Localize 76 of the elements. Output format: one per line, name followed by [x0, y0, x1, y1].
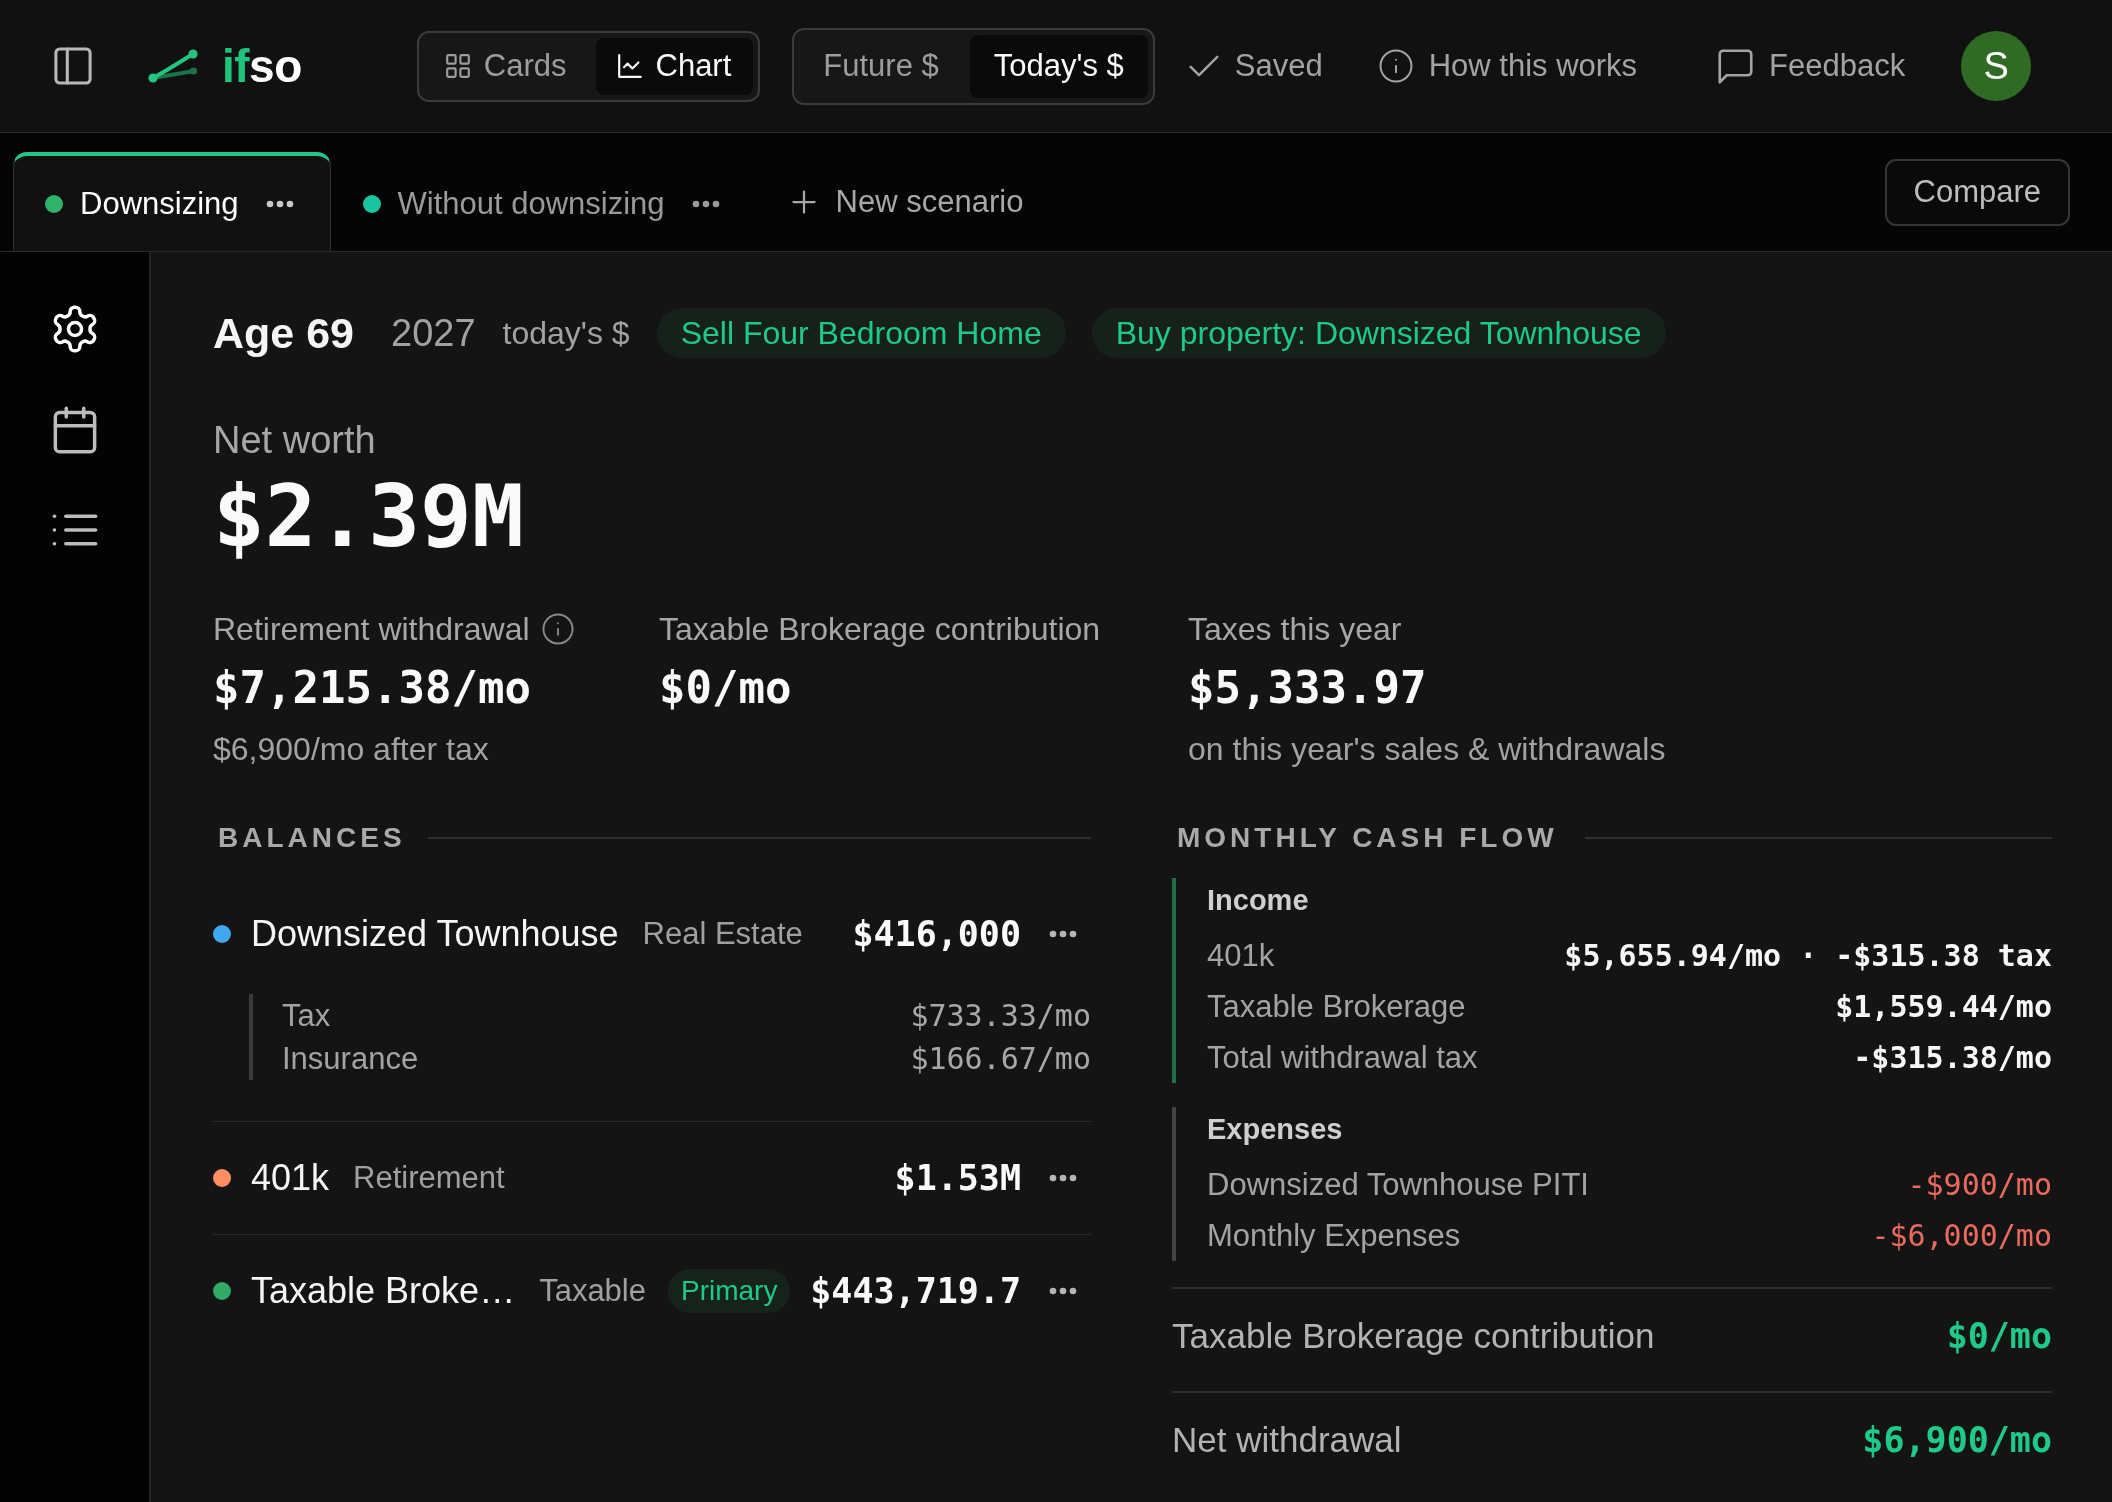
total-label: Net withdrawal [1172, 1419, 1402, 1461]
account-type: Taxable [539, 1273, 646, 1309]
compare-button[interactable]: Compare [1884, 158, 2070, 226]
logo-text: ifso [222, 43, 302, 89]
flow-value: -$315.38/mo [1853, 1039, 2052, 1077]
more-icon[interactable] [1049, 1287, 1077, 1295]
flow-label: Taxable Brokerage [1207, 988, 1466, 1026]
account-name: Downsized Townhouse [251, 913, 619, 955]
more-icon[interactable] [1049, 930, 1077, 938]
info-icon [1378, 49, 1413, 83]
account-name: 401k [251, 1157, 330, 1199]
saved-status: Saved [1188, 48, 1323, 84]
line-graph-logo-icon [148, 49, 198, 83]
total-label: Taxable Brokerage contribution [1172, 1315, 1655, 1357]
account-value: $443,719.7 [810, 1271, 1021, 1311]
info-icon[interactable] [541, 613, 574, 645]
line-chart-icon [617, 54, 642, 78]
chat-bubble-icon [1718, 48, 1754, 84]
group-title: Expenses [1207, 1112, 1344, 1147]
net-worth-label: Net worth [213, 418, 377, 462]
new-scenario-button[interactable]: New scenario [791, 152, 1024, 251]
grid-icon [445, 54, 470, 78]
detail-value: $166.67/mo [910, 1040, 1091, 1078]
more-icon[interactable] [691, 199, 720, 208]
metric-value: $7,215.38/mo [213, 661, 532, 715]
metric-label: Taxes this year [1188, 610, 1402, 649]
list-icon[interactable] [51, 514, 98, 546]
section-title: MONTHLY CASH FLOW [1177, 822, 1558, 854]
flow-value: -$6,000/mo [1871, 1217, 2052, 1255]
group-title: Income [1207, 883, 1310, 918]
feedback-button[interactable]: Feedback [1718, 48, 1906, 84]
currency-tab[interactable]: Future $ [799, 34, 963, 98]
section-title: BALANCES [218, 822, 406, 854]
detail-value: $733.33/mo [910, 997, 1091, 1035]
age-label: Age 69 [213, 308, 354, 358]
account-type: Retirement [353, 1160, 505, 1196]
year-label: 2027 [391, 311, 476, 355]
user-avatar[interactable]: S [1961, 31, 2032, 101]
plus-icon [791, 189, 816, 214]
metric-value: $5,333.97 [1188, 661, 1428, 715]
help-link[interactable]: How this works [1378, 48, 1638, 84]
total-value: $6,900/mo [1862, 1419, 2052, 1462]
total-value: $0/mo [1946, 1315, 2052, 1358]
sidebar-panel-icon[interactable] [54, 47, 92, 85]
account-name: Taxable Broke… [251, 1270, 516, 1312]
detail-label: Tax [282, 997, 331, 1035]
account-tag: Primary [668, 1269, 791, 1313]
check-icon [1188, 55, 1219, 77]
flow-label: 401k [1207, 937, 1275, 975]
metric-label: Taxable Brokerage contribution [659, 610, 1101, 649]
currency-tab[interactable]: Today's $ [969, 34, 1148, 98]
view-tab[interactable]: Cards [423, 37, 589, 95]
account-value: $416,000 [852, 914, 1021, 954]
net-worth-value: $2.39M [213, 466, 525, 566]
detail-label: Insurance [282, 1040, 419, 1078]
flow-label: Monthly Expenses [1207, 1217, 1461, 1255]
account-type: Real Estate [642, 916, 803, 952]
more-icon[interactable] [1049, 1174, 1077, 1182]
event-tag: Buy property: Downsized Townhouse [1091, 308, 1666, 358]
scenario-tab[interactable]: Without downsizing [330, 152, 757, 251]
metric-note: on this year's sales & withdrawals [1188, 730, 1667, 769]
more-icon[interactable] [265, 199, 294, 208]
flow-value: $1,559.44/mo [1835, 988, 2052, 1026]
metric-label: Retirement withdrawal [213, 610, 530, 649]
flow-label: Total withdrawal tax [1207, 1039, 1478, 1077]
scenario-tab[interactable]: Downsizing [13, 152, 331, 251]
flow-value: -$900/mo [1907, 1166, 2052, 1204]
metric-value: $0/mo [659, 661, 793, 715]
currency-mode-label: today's $ [502, 314, 630, 352]
flow-label: Downsized Townhouse PITI [1207, 1166, 1589, 1204]
account-value: $1.53M [894, 1158, 1021, 1198]
metric-note: $6,900/mo after tax [213, 730, 490, 769]
calendar-icon[interactable] [52, 406, 97, 454]
view-tab[interactable]: Chart [595, 37, 754, 95]
flow-value: $5,655.94/mo · -$315.38 tax [1564, 937, 2052, 975]
event-tag: Sell Four Bedroom Home [656, 308, 1066, 358]
